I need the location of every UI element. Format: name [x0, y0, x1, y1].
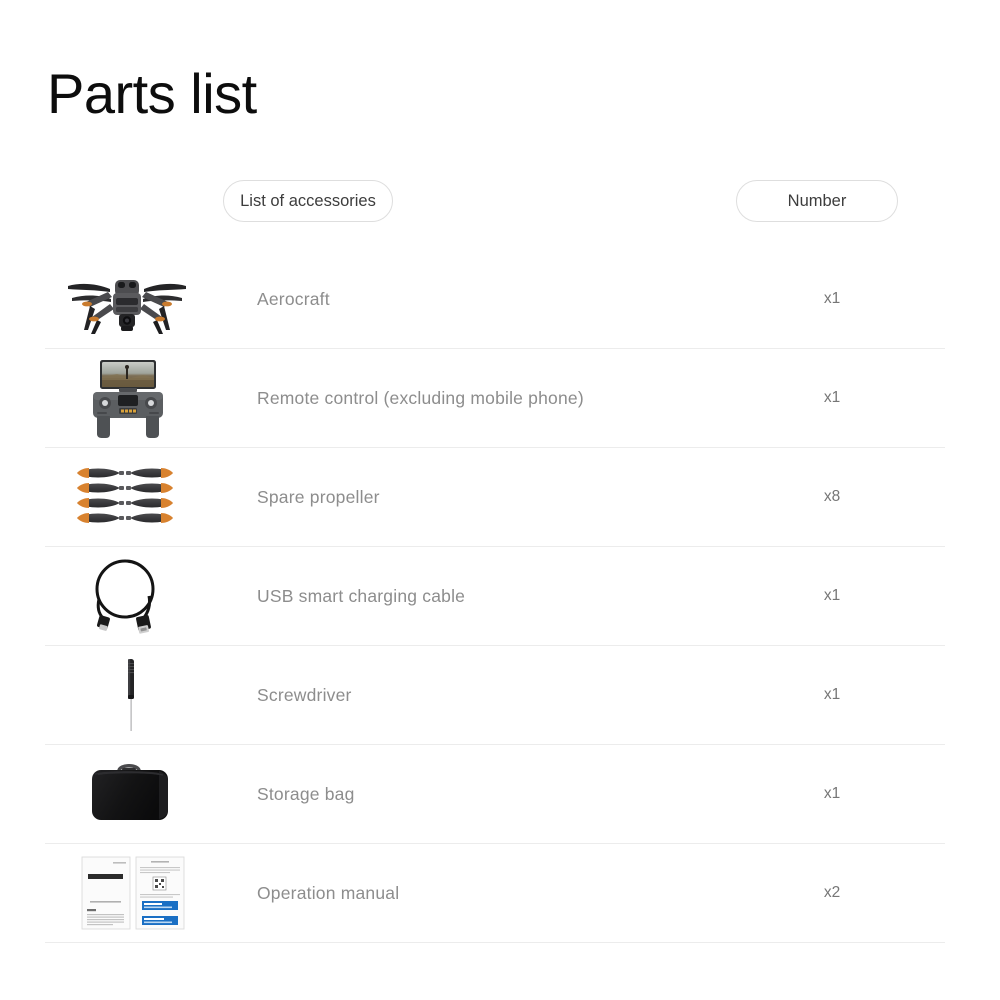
table-cell-label: Operation manual: [257, 882, 400, 903]
table-cell-quantity: x1: [823, 686, 841, 703]
usb-cable-icon: [45, 547, 253, 645]
table-cell-label: Spare propeller: [257, 486, 380, 507]
table-cell-thumbnail: [45, 349, 253, 447]
table-cell-quantity: x1: [823, 389, 841, 406]
column-header-accessories[interactable]: List of accessories: [223, 180, 393, 222]
column-header-number[interactable]: Number: [736, 180, 898, 222]
table-row[interactable]: USB smart charging cable x1: [45, 547, 945, 646]
table-cell-thumbnail: [45, 844, 253, 942]
table-cell-quantity: x8: [823, 488, 841, 505]
remote-control-icon: [45, 349, 253, 447]
table-row[interactable]: Spare propeller x8: [45, 448, 945, 547]
page-title: Parts list: [47, 62, 257, 125]
table-cell-thumbnail: [45, 745, 253, 843]
column-header-number-label: Number: [787, 191, 847, 210]
table-cell-label: USB smart charging cable: [257, 585, 466, 606]
table-row[interactable]: Storage bag x1: [45, 745, 945, 844]
storage-bag-icon: [45, 745, 253, 843]
table-cell-quantity: x1: [823, 785, 841, 802]
table-cell-quantity: x1: [823, 290, 841, 307]
table-cell-quantity: x2: [823, 884, 841, 901]
manual-icon: [45, 844, 253, 942]
propeller-icon: [45, 448, 253, 546]
table-header: List of accessories Number: [45, 180, 945, 222]
drone-icon: [45, 250, 253, 348]
table-cell-thumbnail: [45, 250, 253, 348]
table-row[interactable]: Operation manual x2: [45, 844, 945, 943]
table-cell-quantity: x1: [823, 587, 841, 604]
table-cell-label: Storage bag: [257, 783, 355, 804]
table-row[interactable]: Screwdriver x1: [45, 646, 945, 745]
table-cell-label: Aerocraft: [257, 288, 330, 309]
screwdriver-icon: [45, 646, 253, 744]
table-cell-thumbnail: [45, 646, 253, 744]
table-row[interactable]: Remote control (excluding mobile phone) …: [45, 349, 945, 448]
table-cell-label: Remote control (excluding mobile phone): [257, 387, 584, 408]
parts-table: Aerocraft x1 Remote control (excluding m…: [45, 250, 945, 943]
table-cell-thumbnail: [45, 547, 253, 645]
column-header-accessories-label: List of accessories: [240, 191, 376, 210]
table-cell-thumbnail: [45, 448, 253, 546]
table-cell-label: Screwdriver: [257, 684, 352, 705]
table-row[interactable]: Aerocraft x1: [45, 250, 945, 349]
